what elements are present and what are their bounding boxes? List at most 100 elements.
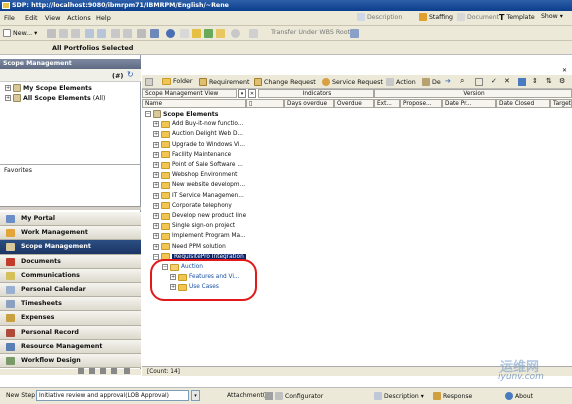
expand-icon[interactable]: +: [153, 182, 159, 189]
cut-icon[interactable]: [47, 29, 56, 38]
portfolio-selection-label[interactable]: All Portfolios Selected: [52, 41, 133, 55]
nav-mini-icon[interactable]: [124, 367, 130, 374]
nav-expenses[interactable]: Expenses: [0, 311, 141, 326]
nav-scope-management[interactable]: Scope Management: [0, 240, 141, 255]
delete-icon[interactable]: [137, 29, 146, 38]
expand-icon[interactable]: +: [153, 151, 159, 158]
save-all-icon[interactable]: [97, 29, 106, 38]
nav-mini-icon[interactable]: [89, 367, 95, 374]
column-ext[interactable]: Ext...: [374, 99, 400, 108]
add-defect-button[interactable]: De: [422, 78, 441, 86]
expand-icon[interactable]: +: [153, 162, 159, 169]
configurator-button[interactable]: Configurator: [275, 392, 323, 400]
expand-icon[interactable]: +: [153, 131, 159, 138]
view-selector[interactable]: Scope Management View: [142, 89, 237, 98]
column-name[interactable]: Name: [142, 99, 246, 108]
add-folder-button[interactable]: Folder: [162, 78, 192, 85]
nav-timesheets[interactable]: Timesheets: [0, 297, 141, 312]
column-proposed[interactable]: Propose...: [400, 99, 442, 108]
lock-icon[interactable]: [192, 29, 201, 38]
arrow-right-icon[interactable]: ➔: [445, 77, 451, 85]
tree-item-my-scope-elements[interactable]: + My Scope Elements: [5, 84, 92, 92]
ok-icon[interactable]: ✓: [491, 77, 497, 85]
expand-icon[interactable]: +: [5, 85, 11, 91]
table-row[interactable]: + IT Service Managemen...: [153, 191, 244, 201]
filter-icon[interactable]: ✕: [248, 89, 256, 98]
menu-actions[interactable]: Actions: [67, 14, 91, 22]
expand-icon[interactable]: +: [153, 202, 159, 209]
menu-view[interactable]: View: [45, 14, 60, 22]
add-change-request-button[interactable]: Change Request: [254, 78, 316, 86]
table-row[interactable]: + Corporate telephony: [153, 201, 232, 211]
bold-icon[interactable]: ⇕: [532, 77, 538, 85]
column-indicators[interactable]: ▯: [246, 99, 284, 108]
tree-root[interactable]: − Scope Elements: [145, 109, 218, 119]
description-bottom-button[interactable]: Description ▾: [374, 392, 424, 400]
refresh-icon[interactable]: [518, 78, 526, 86]
expand-icon[interactable]: +: [153, 213, 159, 220]
add-action-button[interactable]: Action: [386, 78, 416, 86]
nav-work-management[interactable]: Work Management: [0, 226, 141, 241]
nav-workflow-design[interactable]: Workflow Design: [0, 354, 141, 369]
column-overdue[interactable]: Overdue: [334, 99, 374, 108]
refresh-icon[interactable]: ↻: [127, 70, 134, 79]
expand-icon[interactable]: +: [153, 233, 159, 240]
splitter[interactable]: [0, 206, 141, 210]
template-button[interactable]: T Template: [499, 13, 535, 22]
nav-personal-record[interactable]: Personal Record: [0, 325, 141, 340]
tree-item-all-scope-elements[interactable]: + All Scope Elements (All): [5, 94, 105, 102]
tools-icon[interactable]: [216, 29, 225, 38]
column-days-overdue[interactable]: Days overdue: [284, 99, 334, 108]
sort-icon[interactable]: ⇅: [546, 77, 552, 85]
description-button[interactable]: Description: [357, 13, 402, 21]
expand-icon[interactable]: +: [153, 172, 159, 179]
link-icon[interactable]: [249, 29, 258, 38]
nav-communications[interactable]: Communications: [0, 268, 141, 283]
redo-icon[interactable]: [123, 29, 132, 38]
column-date-closed[interactable]: Date Closed: [496, 99, 550, 108]
counter-button[interactable]: (#): [112, 72, 123, 80]
transfer-under-wbs-root-button[interactable]: Transfer Under WBS Root: [271, 29, 350, 36]
collapse-icon[interactable]: −: [145, 111, 151, 118]
menu-edit[interactable]: Edit: [25, 14, 38, 22]
table-row[interactable]: + Auction Delight Web D...: [153, 129, 243, 139]
table-row[interactable]: + Add Buy-it-now functio...: [153, 119, 243, 129]
table-row[interactable]: + Implement Program Ma...: [153, 231, 246, 241]
expand-icon[interactable]: +: [153, 223, 159, 230]
close-icon[interactable]: ✕: [504, 77, 510, 85]
shield-icon[interactable]: [204, 29, 213, 38]
undo-icon[interactable]: [111, 29, 120, 38]
nav-resource-management[interactable]: Resource Management: [0, 339, 141, 354]
menu-help[interactable]: Help: [96, 14, 111, 22]
new-button[interactable]: New... ▾: [3, 29, 37, 37]
paste-icon[interactable]: [71, 29, 80, 38]
attachment-icon[interactable]: [265, 392, 273, 400]
table-row[interactable]: + Facility Maintenance: [153, 150, 231, 160]
add-service-request-button[interactable]: Service Request: [322, 78, 383, 86]
table-row[interactable]: + Webshop Environment: [153, 170, 237, 180]
table-row[interactable]: + Point of Sale Software ...: [153, 160, 243, 170]
close-icon[interactable]: ✕: [562, 67, 567, 74]
nav-mini-icon[interactable]: [78, 367, 84, 374]
about-button[interactable]: About: [505, 392, 533, 400]
expand-icon[interactable]: +: [153, 141, 159, 148]
gear-icon[interactable]: [231, 29, 240, 38]
table-row[interactable]: + Develop new product line: [153, 211, 246, 221]
show-button[interactable]: Show ▾: [541, 13, 563, 20]
nav-documents[interactable]: Documents: [0, 254, 141, 269]
help-icon[interactable]: [166, 29, 175, 38]
add-requirement-button[interactable]: Requirement: [199, 78, 250, 86]
table-row[interactable]: + Single sign-on project: [153, 221, 235, 231]
expand-icon[interactable]: +: [153, 192, 159, 199]
workflow-step-select[interactable]: Initiative review and approval(LOB Appro…: [36, 390, 189, 401]
staffing-button[interactable]: Staffing: [419, 13, 453, 21]
column-target[interactable]: Target: [550, 99, 572, 108]
settings-icon[interactable]: ⚙: [559, 77, 565, 85]
search-icon[interactable]: ⌕: [460, 76, 464, 86]
chevron-down-icon[interactable]: ▾: [191, 390, 200, 401]
table-row[interactable]: + Need PPM solution: [153, 242, 226, 252]
view-dropdown-icon[interactable]: ▾: [238, 89, 246, 98]
column-date-proposed[interactable]: Date Pr...: [442, 99, 496, 108]
workflow-icon[interactable]: [350, 29, 359, 38]
nav-mini-icon[interactable]: [100, 367, 106, 374]
